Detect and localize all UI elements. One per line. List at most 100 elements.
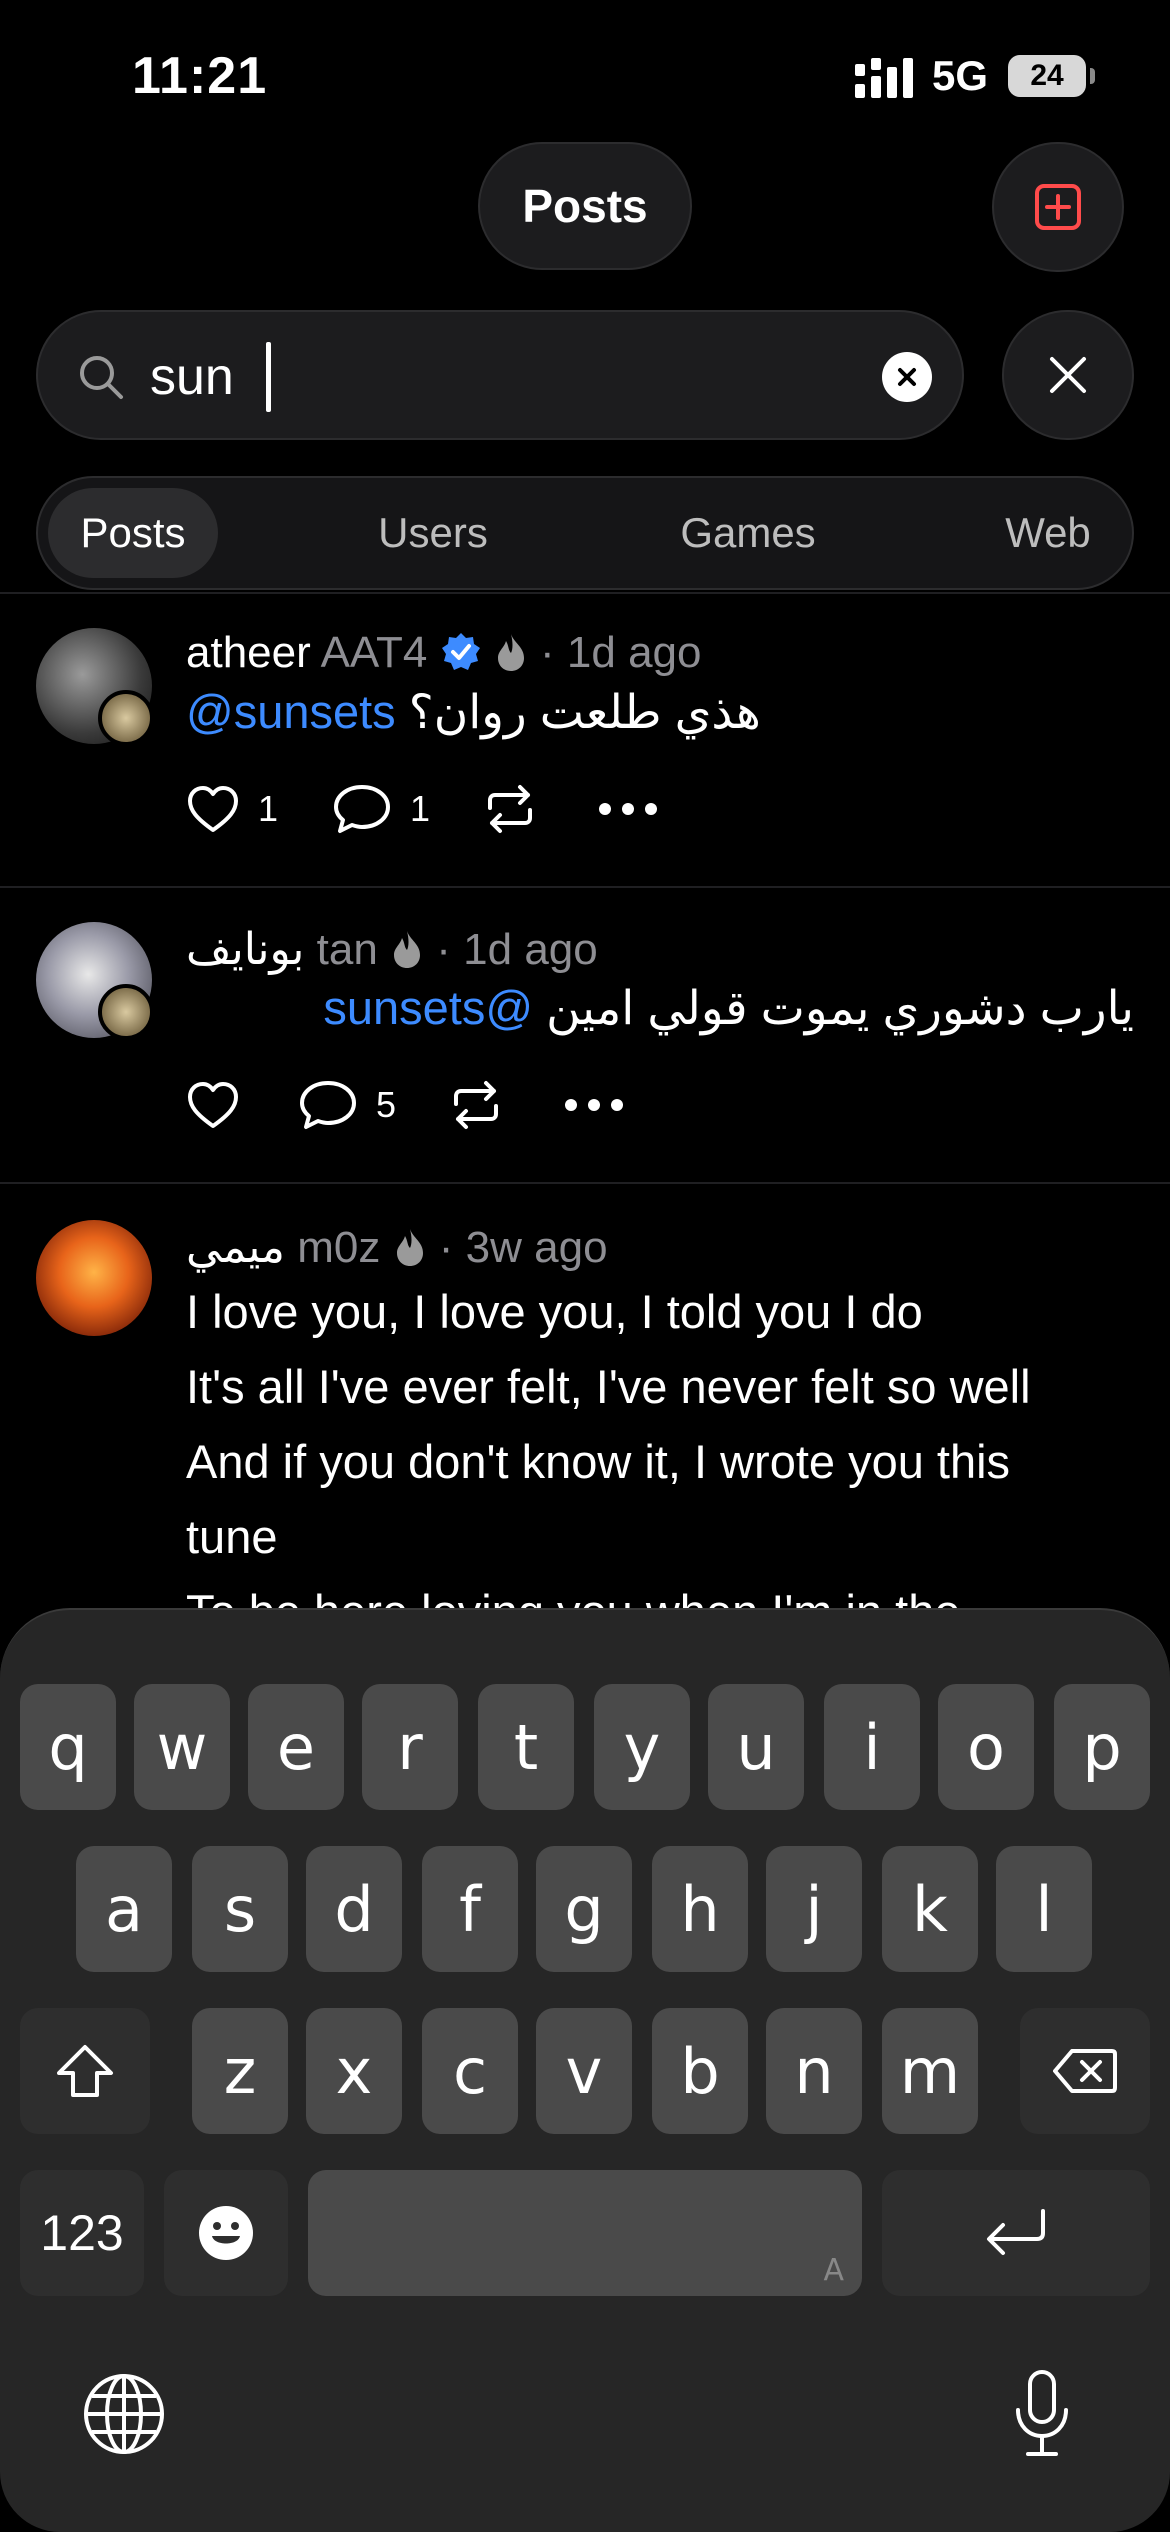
post-time: · 3w ago	[438, 1223, 608, 1272]
author-name[interactable]: بونايف	[186, 925, 304, 974]
emoji-icon	[199, 2206, 253, 2260]
avatar[interactable]	[36, 1220, 152, 1336]
more-options-button[interactable]	[564, 1070, 624, 1140]
search-input[interactable]	[150, 340, 850, 414]
page-title: Posts	[478, 142, 692, 270]
key-e[interactable]: e	[248, 1684, 344, 1810]
status-bar: 11:21 5G 24	[0, 0, 1170, 150]
post-item[interactable]: بونايف tan · 1d ago sunsets@ يارب دشوري …	[0, 888, 1170, 1182]
x-icon	[898, 368, 916, 386]
new-post-button[interactable]	[992, 142, 1124, 272]
post-line: And if you don't know it, I wrote you th…	[186, 1435, 1011, 1488]
post-text-content: هذي طلعت روان؟	[408, 685, 761, 738]
comment-count: 1	[410, 788, 431, 829]
key-p[interactable]: p	[1054, 1684, 1150, 1810]
more-options-button[interactable]	[598, 774, 658, 844]
key-n[interactable]: n	[766, 2008, 862, 2134]
mention-link[interactable]: @sunsets	[186, 685, 396, 738]
key-y[interactable]: y	[594, 1684, 690, 1810]
key-g[interactable]: g	[536, 1846, 632, 1972]
comment-button[interactable]: 5	[298, 1070, 396, 1140]
key-c[interactable]: c	[422, 2008, 518, 2134]
key-k[interactable]: k	[882, 1846, 978, 1972]
cancel-search-button[interactable]	[1002, 310, 1134, 440]
delete-key[interactable]	[1020, 2008, 1150, 2134]
globe-icon	[84, 2374, 164, 2454]
avatar-badge	[98, 984, 154, 1040]
key-b[interactable]: b	[652, 2008, 748, 2134]
key-q[interactable]: q	[20, 1684, 116, 1810]
comment-icon	[300, 1081, 356, 1129]
key-w[interactable]: w	[134, 1684, 230, 1810]
key-j[interactable]: j	[766, 1846, 862, 1972]
globe-button[interactable]	[82, 2372, 166, 2461]
key-r[interactable]: r	[362, 1684, 458, 1810]
key-l[interactable]: l	[996, 1846, 1092, 1972]
text-cursor	[266, 342, 271, 412]
tab-posts[interactable]: Posts	[48, 488, 218, 578]
tab-games[interactable]: Games	[658, 478, 838, 588]
post-actions: 5	[186, 1070, 786, 1140]
tab-web[interactable]: Web	[988, 478, 1108, 588]
key-t[interactable]: t	[478, 1684, 574, 1810]
backspace-icon	[1053, 2049, 1117, 2093]
author-handle: tan	[316, 925, 378, 974]
like-button[interactable]	[186, 1070, 240, 1140]
post-text: @sunsets هذي طلعت روان؟	[186, 674, 1134, 749]
flame-icon	[396, 1229, 423, 1266]
post-actions: 1 1	[186, 774, 786, 844]
flame-icon	[394, 931, 421, 968]
post-item[interactable]: ميمي m0z · 3w ago I love you, I love you…	[0, 1184, 1170, 1614]
post-item[interactable]: atheer AAT4 · 1d ago @sunsets هذي طلعت ر…	[0, 592, 1170, 886]
author-handle: AAT4	[320, 628, 428, 677]
key-x[interactable]: x	[306, 2008, 402, 2134]
like-count: 1	[258, 788, 279, 829]
key-a[interactable]: a	[76, 1846, 172, 1972]
key-i[interactable]: i	[824, 1684, 920, 1810]
mention-link[interactable]: sunsets@	[323, 981, 533, 1034]
search-bar	[36, 310, 964, 440]
space-key[interactable]: A	[308, 2170, 862, 2296]
author-name[interactable]: ميمي	[186, 1223, 285, 1272]
keyboard: q w e r t y u i o p a s d f g h j k l z …	[0, 1608, 1170, 2532]
key-u[interactable]: u	[708, 1684, 804, 1810]
key-s[interactable]: s	[192, 1846, 288, 1972]
emoji-key[interactable]	[164, 2170, 288, 2296]
key-f[interactable]: f	[422, 1846, 518, 1972]
post-meta: بونايف tan · 1d ago	[186, 924, 598, 975]
numbers-key[interactable]: 123	[20, 2170, 144, 2296]
comment-button[interactable]: 1	[332, 774, 430, 844]
avatar-badge	[98, 690, 154, 746]
plus-square-icon	[1035, 184, 1081, 230]
repost-button[interactable]	[482, 774, 538, 844]
network-type: 5G	[932, 52, 989, 99]
key-h[interactable]: h	[652, 1846, 748, 1972]
author-name[interactable]: atheer	[186, 628, 311, 677]
key-o[interactable]: o	[938, 1684, 1034, 1810]
search-icon	[80, 356, 123, 399]
key-z[interactable]: z	[192, 2008, 288, 2134]
dictation-button[interactable]	[1010, 2368, 1074, 2465]
post-text: I love you, I love you, I told you I do …	[186, 1274, 1134, 1614]
clear-search-button[interactable]	[882, 352, 932, 402]
shift-key[interactable]	[20, 2008, 150, 2134]
repost-icon	[454, 1081, 498, 1129]
more-dots-icon	[565, 1099, 623, 1111]
space-hint: A	[823, 2253, 844, 2288]
heart-icon	[188, 786, 238, 832]
comment-icon	[334, 785, 390, 833]
post-time: · 1d ago	[540, 628, 702, 677]
key-d[interactable]: d	[306, 1846, 402, 1972]
battery-indicator: 24	[1008, 55, 1095, 97]
return-key[interactable]	[882, 2170, 1150, 2296]
post-text-content: يارب دشوري يموت قولي امين	[546, 981, 1134, 1034]
post-line: It's all I've ever felt, I've never felt…	[186, 1360, 1031, 1413]
post-meta: ميمي m0z · 3w ago	[186, 1222, 608, 1273]
key-m[interactable]: m	[882, 2008, 978, 2134]
flame-icon	[497, 634, 524, 671]
like-button[interactable]: 1	[186, 774, 278, 844]
key-v[interactable]: v	[536, 2008, 632, 2134]
tab-users[interactable]: Users	[348, 478, 518, 588]
repost-button[interactable]	[448, 1070, 504, 1140]
post-text: sunsets@ يارب دشوري يموت قولي امين	[186, 970, 1134, 1045]
